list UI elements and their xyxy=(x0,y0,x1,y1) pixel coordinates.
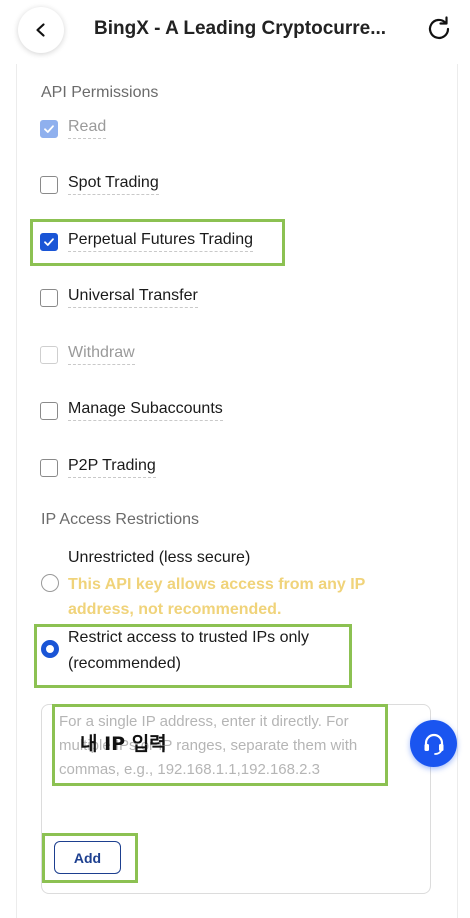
permission-p2p-trading[interactable]: P2P Trading xyxy=(40,457,156,478)
back-button[interactable] xyxy=(18,7,64,53)
withdraw-checkbox xyxy=(40,345,58,364)
chevron-left-icon xyxy=(36,23,45,37)
permission-perpetual-futures[interactable]: Perpetual Futures Trading xyxy=(40,231,253,252)
p2p-trading-label[interactable]: P2P Trading xyxy=(68,457,156,478)
unrestricted-warning-line-1: This API key allows access from any IP xyxy=(68,576,366,593)
perpetual-futures-checkbox[interactable] xyxy=(40,232,58,251)
spot-trading-checkbox[interactable] xyxy=(40,175,58,194)
headset-icon xyxy=(424,733,443,755)
api-permissions-title: API Permissions xyxy=(41,84,159,101)
permission-read: Read xyxy=(40,118,107,139)
permission-manage-subaccounts[interactable]: Manage Subaccounts xyxy=(40,400,223,421)
refresh-icon xyxy=(428,16,450,39)
add-button[interactable]: Add xyxy=(54,841,121,874)
restrict-label-line-1[interactable]: Restrict access to trusted IPs only xyxy=(68,625,309,651)
withdraw-label: Withdraw xyxy=(68,344,135,365)
universal-transfer-checkbox[interactable] xyxy=(40,288,58,307)
check-icon xyxy=(44,124,54,133)
permission-spot-trading[interactable]: Spot Trading xyxy=(40,174,159,195)
manage-subaccounts-checkbox[interactable] xyxy=(40,401,58,420)
restrict-label-line-2[interactable]: (recommended) xyxy=(68,651,181,677)
ip-restrictions-title: IP Access Restrictions xyxy=(41,511,199,528)
p2p-trading-checkbox[interactable] xyxy=(40,458,58,477)
top-bar: BingX - A Leading Cryptocurre... xyxy=(0,0,470,64)
unrestricted-label[interactable]: Unrestricted (less secure) xyxy=(68,545,250,571)
check-icon xyxy=(44,237,54,246)
universal-transfer-label[interactable]: Universal Transfer xyxy=(68,287,198,308)
ip-input-annotation: 내 IP 입력 xyxy=(80,733,167,755)
read-label: Read xyxy=(68,118,107,139)
permission-universal-transfer[interactable]: Universal Transfer xyxy=(40,287,198,308)
unrestricted-warning-line-2: address, not recommended. xyxy=(68,601,282,618)
refresh-button[interactable] xyxy=(424,14,454,44)
perpetual-futures-label[interactable]: Perpetual Futures Trading xyxy=(68,231,253,252)
restrict-radio[interactable] xyxy=(41,640,59,658)
manage-subaccounts-label[interactable]: Manage Subaccounts xyxy=(68,400,223,421)
unrestricted-radio[interactable] xyxy=(41,574,59,592)
spot-trading-label[interactable]: Spot Trading xyxy=(68,174,159,195)
permission-withdraw: Withdraw xyxy=(40,344,135,365)
support-button[interactable] xyxy=(410,720,457,767)
page-title: BingX - A Leading Cryptocurre... xyxy=(94,18,387,39)
read-checkbox xyxy=(40,119,58,138)
